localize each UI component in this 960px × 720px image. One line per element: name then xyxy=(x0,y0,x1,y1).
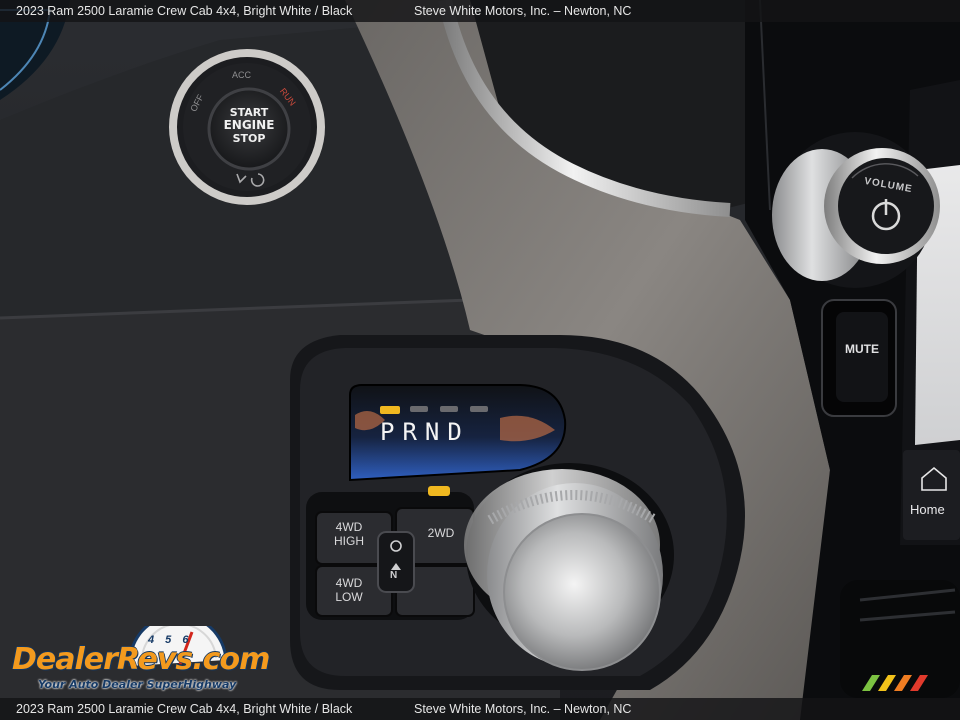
4wd-low-label-top: 4WD xyxy=(335,576,363,590)
caption-vehicle-bottom: 2023 Ram 2500 Laramie Crew Cab 4x4, Brig… xyxy=(16,702,353,716)
ignition-label-stop: STOP xyxy=(232,132,266,145)
mute-label: MUTE xyxy=(845,342,879,356)
dealerrevs-watermark: 4 5 6 DealerRevs.com Your Auto Dealer Su… xyxy=(12,626,270,694)
ignition-button[interactable]: START ENGINE STOP xyxy=(213,106,285,145)
corner-logo-badge xyxy=(862,675,928,691)
4wd-low-label-bottom: LOW xyxy=(335,590,363,604)
gear-selector-display: PRND xyxy=(380,418,470,446)
home-icon xyxy=(920,466,946,490)
ignition-label-engine: ENGINE xyxy=(223,118,275,132)
4wd-high-button[interactable]: 4WD HIGH xyxy=(318,520,380,548)
4wd-low-button[interactable]: 4WD LOW xyxy=(318,576,380,604)
caption-vehicle-top: 2023 Ram 2500 Laramie Crew Cab 4x4, Brig… xyxy=(16,4,353,18)
4wd-high-label-top: 4WD xyxy=(335,520,363,534)
screen-home-button[interactable]: Home xyxy=(904,464,958,534)
neutral-switch[interactable]: N xyxy=(390,570,397,581)
ignition-mode-off: OFF xyxy=(188,92,206,114)
2wd-label: 2WD xyxy=(427,526,455,540)
caption-dealer-top: Steve White Motors, Inc. – Newton, NC xyxy=(414,4,632,18)
caption-dealer-bottom: Steve White Motors, Inc. – Newton, NC xyxy=(414,702,632,716)
power-icon xyxy=(878,202,879,203)
caption-bar-bottom: 2023 Ram 2500 Laramie Crew Cab 4x4, Brig… xyxy=(0,698,960,720)
ignition-mode-run: RUN xyxy=(277,86,298,108)
ignition-mode-acc: ACC xyxy=(232,70,252,80)
volume-label: VOLUME xyxy=(863,175,914,196)
watermark-brand: DealerRevs.com xyxy=(12,642,270,677)
4wd-high-label-bottom: HIGH xyxy=(334,534,364,548)
mute-button[interactable]: MUTE xyxy=(836,340,888,358)
photo-stage: START ENGINE STOP OFF ACC RUN PRND 4WD H… xyxy=(0,0,960,720)
volume-knob[interactable]: VOLUME xyxy=(836,172,946,252)
home-label: Home xyxy=(910,502,945,517)
caption-bar-top: 2023 Ram 2500 Laramie Crew Cab 4x4, Brig… xyxy=(0,0,960,22)
watermark-tagline: Your Auto Dealer SuperHighway xyxy=(38,678,237,691)
2wd-button[interactable]: 2WD xyxy=(416,526,466,540)
